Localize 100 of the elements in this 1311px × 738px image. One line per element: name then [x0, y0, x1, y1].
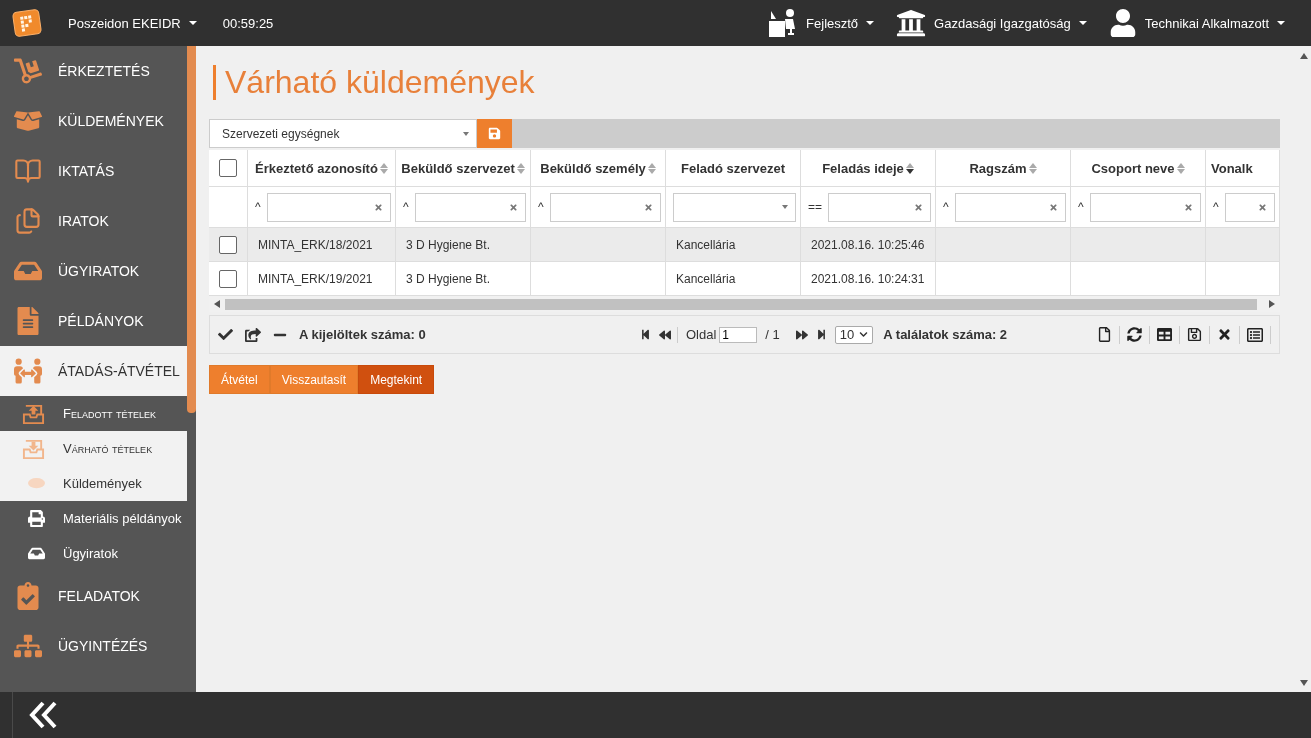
table-row[interactable]: MINTA_ERK/18/2021 3 D Hygiene Bt. Kancellária 2021.08.16. 10:25:46: [209, 228, 1280, 262]
check-icon: [218, 327, 233, 342]
caret-icon: [1277, 21, 1285, 25]
clear-icon[interactable]: [914, 202, 923, 212]
action-button[interactable]: Megtekint: [358, 365, 435, 394]
filter-input[interactable]: [1224, 192, 1275, 222]
sidebar-item[interactable]: Materiális példányok: [0, 501, 187, 536]
caret-icon: [463, 131, 469, 136]
caret-icon: [1078, 21, 1087, 25]
filter-input[interactable]: [549, 192, 661, 222]
sort-icon[interactable]: [905, 162, 914, 174]
last-page-button[interactable]: [815, 329, 827, 340]
page-input[interactable]: 1: [719, 326, 758, 343]
app-menu[interactable]: Poszeidon EKEIDR: [68, 15, 197, 31]
double-chevron-left-icon: [28, 700, 58, 730]
documents-icon: [14, 207, 42, 235]
table-cell: 3 D Hygiene Bt.: [396, 262, 531, 295]
hand-truck-icon: [14, 57, 42, 85]
first-page-icon: [640, 329, 651, 340]
sidebar-item[interactable]: Feladott tételek: [0, 396, 187, 431]
checkbox[interactable]: [219, 235, 237, 254]
scrollbar-thumb[interactable]: [187, 46, 196, 413]
sidebar-item[interactable]: ÁTADÁS-ÁTVÉTEL: [0, 346, 187, 396]
inbox-tray-icon: [28, 545, 45, 562]
sidebar-item[interactable]: IKTATÁS: [0, 146, 187, 196]
filter-input[interactable]: [1089, 192, 1201, 222]
sidebar-item[interactable]: PÉLDÁNYOK: [0, 296, 187, 346]
sidebar-item[interactable]: Ügyiratok: [0, 536, 187, 571]
scroll-down-arrow-icon[interactable]: [1299, 679, 1308, 687]
clear-icon[interactable]: [644, 202, 653, 212]
column-header[interactable]: Feladó szervezet: [666, 150, 801, 186]
selected-count: A kijelöltek száma: 0: [299, 327, 426, 342]
next-page-icon: [795, 328, 808, 341]
clear-icon[interactable]: [509, 202, 518, 212]
list-icon: [1247, 326, 1263, 343]
table-cell: 2021.08.16. 10:25:46: [801, 228, 936, 261]
sidebar-item[interactable]: Várható tételek: [0, 431, 187, 466]
clear-icon[interactable]: [1258, 202, 1267, 212]
column-header[interactable]: Beküldő szervezet: [396, 150, 531, 186]
clear-icon[interactable]: [1049, 202, 1058, 212]
column-header[interactable]: Ragszám: [936, 150, 1071, 186]
filter-operator[interactable]: ^: [403, 200, 409, 214]
column-header[interactable]: Feladás ideje: [801, 150, 936, 186]
tray-up-arrow-icon: [22, 402, 45, 425]
session-timer: 00:59:25: [222, 15, 274, 31]
sitemap-icon: [14, 632, 42, 660]
filter-input[interactable]: [266, 192, 391, 222]
refresh-icon: [1127, 327, 1142, 342]
sidebar-item[interactable]: ÜGYIRATOK: [0, 246, 187, 296]
save-icon: [488, 127, 501, 140]
column-header[interactable]: Érkeztető azonosító: [248, 150, 396, 186]
sidebar-item[interactable]: Küldemények: [0, 466, 187, 501]
sidebar-item[interactable]: IRATOK: [0, 196, 187, 246]
header-menu[interactable]: Fejlesztő: [768, 8, 875, 38]
sidebar-item[interactable]: FELADATOK: [0, 571, 187, 621]
page-total: / 1: [765, 327, 780, 342]
page-label: Oldal: [686, 327, 717, 342]
result-count: A találatok száma: 2: [883, 327, 1008, 342]
sidebar-item[interactable]: ÉRKEZTETÉS: [0, 46, 187, 96]
scroll-up-arrow-icon[interactable]: [1299, 52, 1308, 60]
filter-input[interactable]: [414, 192, 526, 222]
invert-selection-button[interactable]: [245, 326, 261, 343]
filter-operator[interactable]: ^: [538, 200, 544, 214]
caret-icon: [866, 21, 875, 25]
table-cell: 3 D Hygiene Bt.: [396, 228, 531, 261]
select-all-button[interactable]: [218, 327, 233, 342]
view-select[interactable]: Szervezeti egységnek: [209, 119, 477, 148]
column-header[interactable]: Csoport neve: [1071, 150, 1206, 186]
printer-icon: [28, 510, 45, 527]
scroll-right-arrow-icon[interactable]: [1268, 300, 1276, 308]
first-page-button[interactable]: [640, 329, 651, 340]
previous-page-button[interactable]: [659, 328, 671, 341]
filter-operator[interactable]: ==: [808, 200, 822, 214]
checkbox[interactable]: [219, 269, 237, 288]
next-page-button[interactable]: [795, 328, 808, 341]
sidebar-item[interactable]: ÜGYINTÉZÉS: [0, 621, 187, 671]
header-menu[interactable]: Gazdasági Igazgatóság: [896, 8, 1087, 38]
table-row[interactable]: MINTA_ERK/19/2021 3 D Hygiene Bt. Kancellária 2021.08.16. 10:24:31: [209, 262, 1280, 296]
clear-icon[interactable]: [1184, 202, 1193, 212]
header-menu[interactable]: Technikai Alkalmazott: [1108, 9, 1285, 37]
clear-icon[interactable]: [374, 202, 383, 212]
filter-input[interactable]: [954, 192, 1066, 222]
scrollbar-thumb[interactable]: [225, 298, 1257, 310]
filter-operator[interactable]: ^: [943, 200, 949, 214]
filter-operator[interactable]: ^: [255, 200, 261, 214]
filter-operator[interactable]: ^: [1213, 200, 1219, 214]
page-size-select[interactable]: 10: [834, 325, 874, 344]
column-header[interactable]: Vonalk: [1206, 150, 1280, 186]
checkbox[interactable]: [219, 159, 237, 177]
column-header[interactable]: Beküldő személy: [531, 150, 666, 186]
logo-icon[interactable]: [12, 9, 42, 37]
tray-down-arrow-icon: [22, 437, 45, 460]
caret-icon: [188, 21, 197, 25]
table-icon: [1157, 327, 1172, 342]
sidebar-item[interactable]: KÜLDEMÉNYEK: [0, 96, 187, 146]
scroll-left-arrow-icon[interactable]: [213, 300, 221, 308]
filter-input[interactable]: [828, 192, 931, 222]
last-page-icon: [815, 329, 827, 340]
save-button[interactable]: [477, 119, 512, 148]
filter-operator[interactable]: ^: [1078, 200, 1084, 214]
